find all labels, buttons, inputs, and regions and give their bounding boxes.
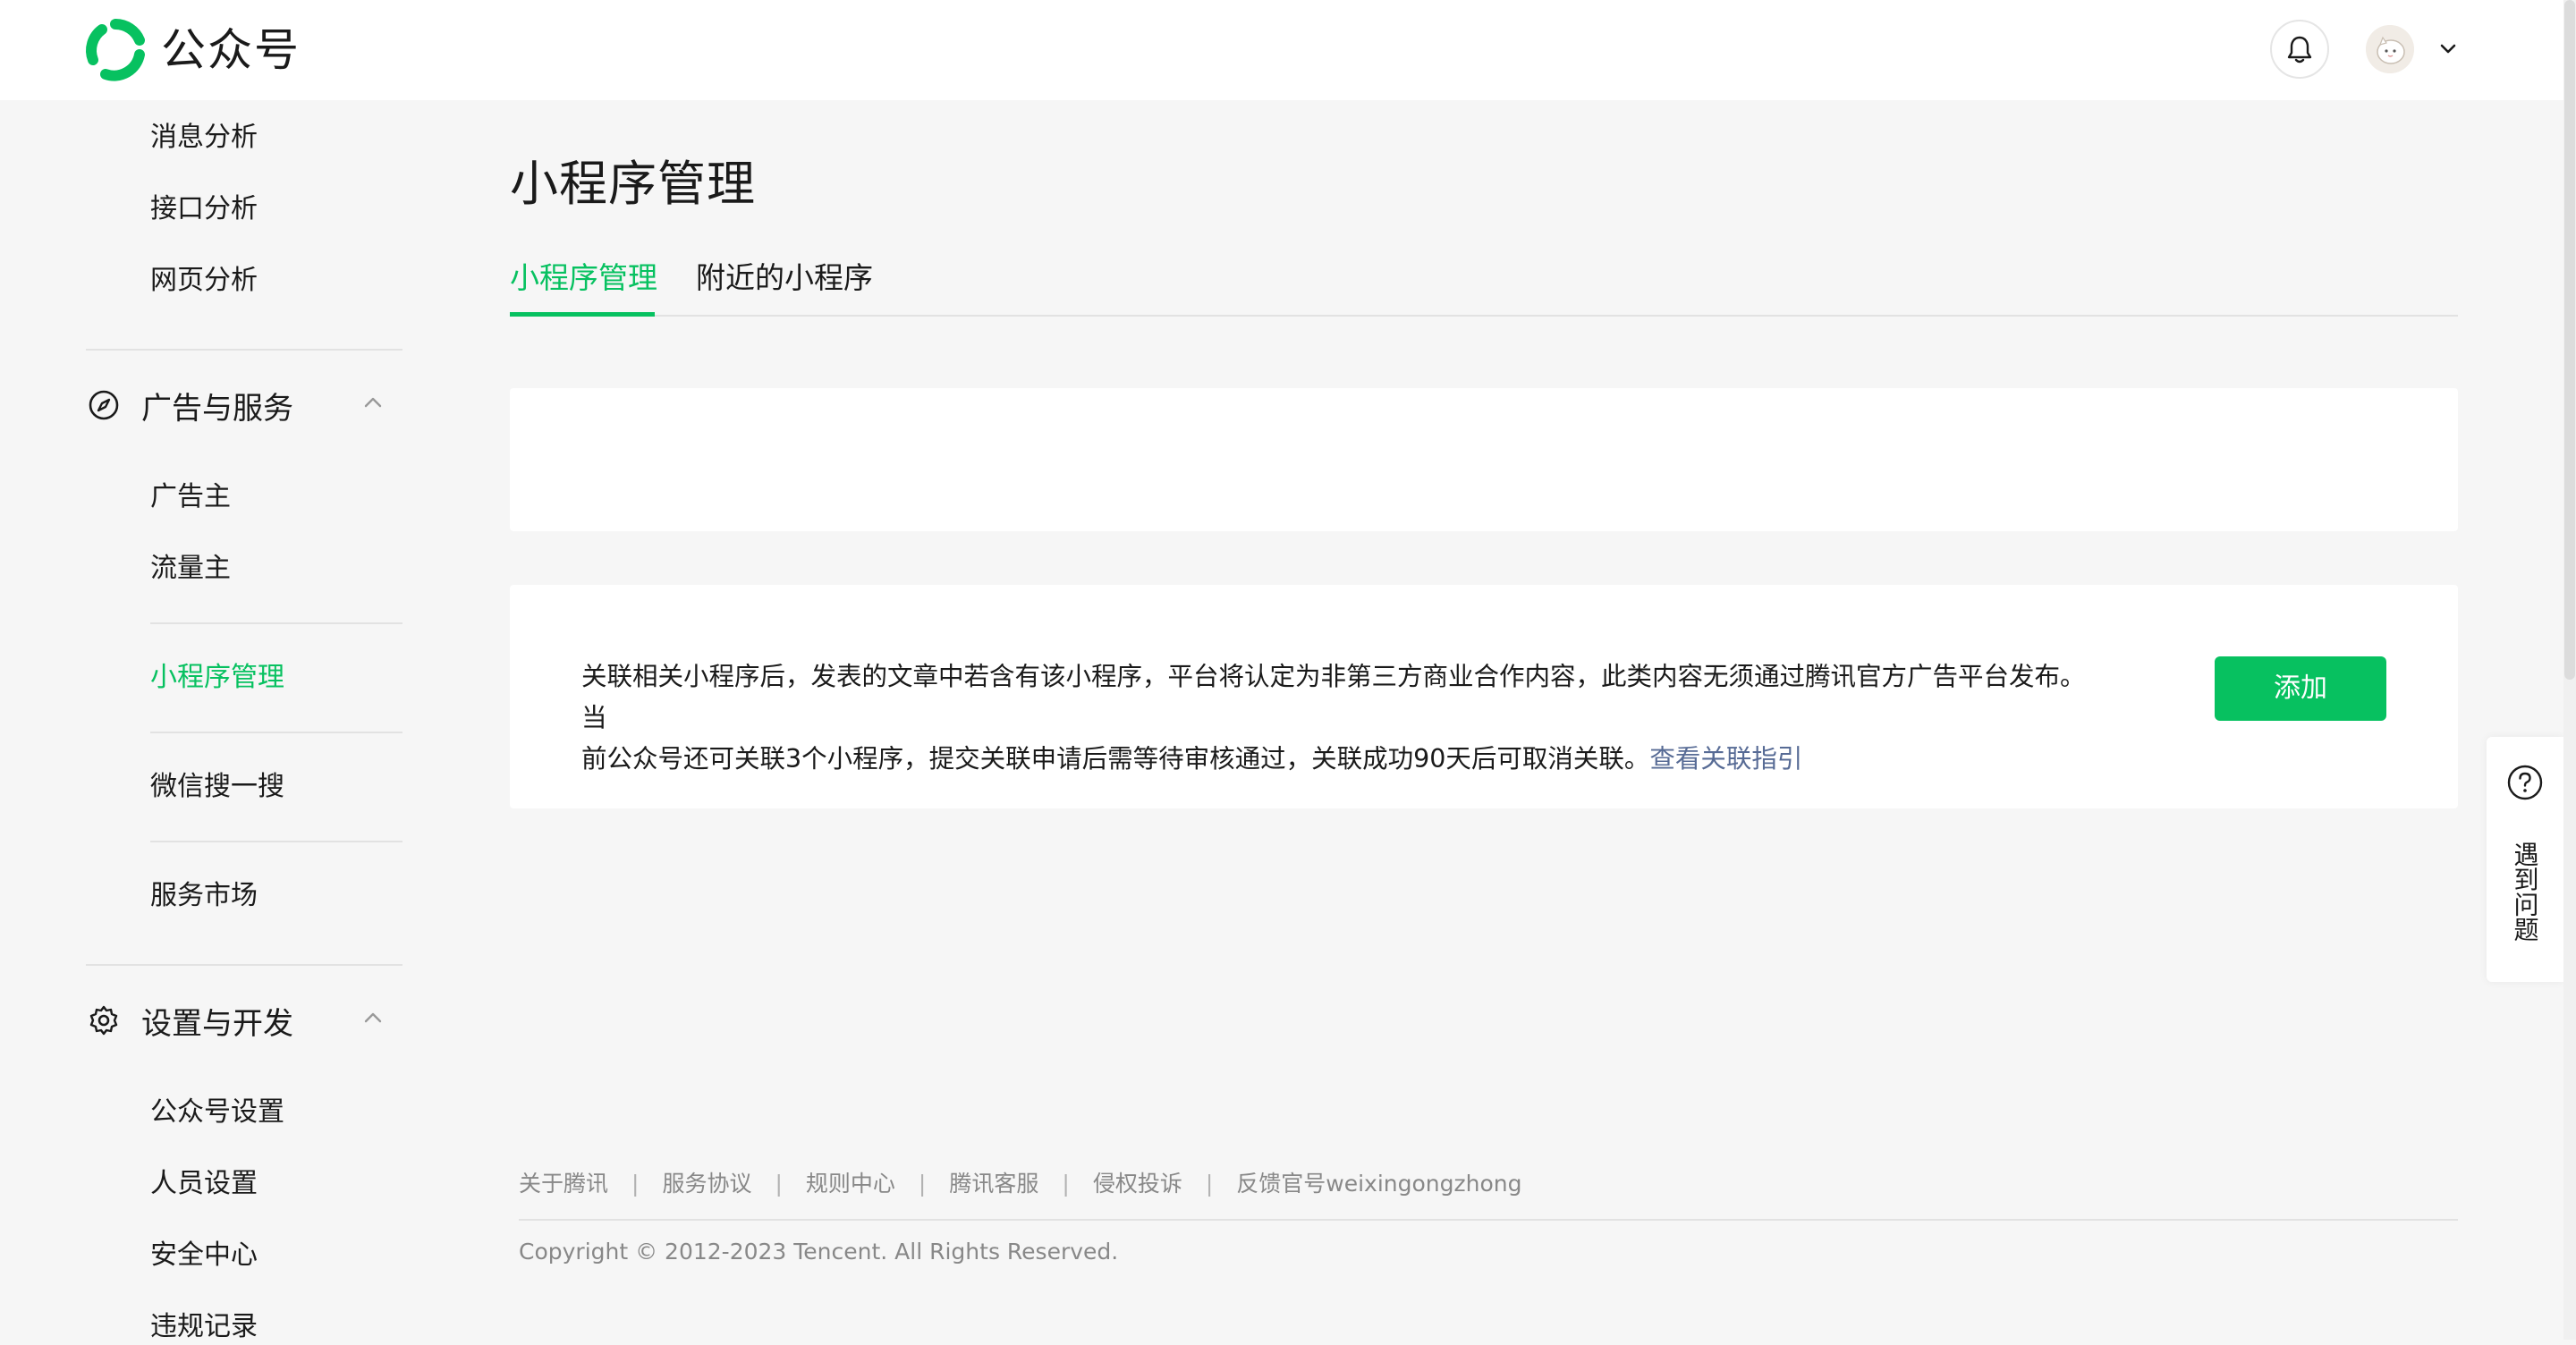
footer-separator: | (1062, 1171, 1070, 1197)
footer-link-about[interactable]: 关于腾讯 (519, 1168, 608, 1200)
help-label-wrap: 遇到问题 (2487, 816, 2563, 968)
top-bar: 公众号 (0, 0, 2576, 100)
footer-link-agreement[interactable]: 服务协议 (662, 1168, 751, 1200)
active-tab-indicator (510, 312, 655, 317)
avatar[interactable] (2366, 25, 2414, 73)
help-float-button[interactable]: 遇到问题 (2487, 737, 2563, 982)
notice-text: 关联相关小程序后，发表的文章中若含有该小程序，平台将认定为非第三方商业合作内容，… (581, 656, 2093, 780)
divider (86, 964, 402, 966)
sidebar-item-service-market[interactable]: 服务市场 (150, 878, 258, 914)
divider (86, 349, 402, 351)
page-title: 小程序管理 (510, 156, 756, 212)
copyright: Copyright © 2012-2023 Tencent. All Right… (519, 1239, 1119, 1265)
sidebar-item-api-analysis[interactable]: 接口分析 (150, 191, 258, 227)
footer-divider (519, 1219, 2458, 1221)
tab-miniprogram-management[interactable]: 小程序管理 (510, 258, 657, 299)
notice-card: 关联相关小程序后，发表的文章中若含有该小程序，平台将认定为非第三方商业合作内容，… (510, 585, 2458, 808)
sidebar-item-security-center[interactable]: 安全中心 (150, 1238, 258, 1273)
divider (150, 732, 402, 733)
gear-icon (89, 1005, 118, 1036)
empty-card (510, 388, 2458, 531)
chevron-up-icon[interactable] (358, 388, 388, 419)
footer-link-feedback[interactable]: 反馈官号weixingongzhong (1236, 1168, 1521, 1200)
bell-icon (2287, 36, 2312, 63)
footer-separator: | (1205, 1171, 1214, 1197)
add-button[interactable]: 添加 (2215, 656, 2386, 721)
sidebar-item-violation-records[interactable]: 违规记录 (150, 1309, 258, 1345)
sidebar-item-traffic-owner[interactable]: 流量主 (150, 551, 231, 587)
brand-name[interactable]: 公众号 (161, 23, 301, 77)
chevron-up-icon[interactable] (358, 1003, 388, 1034)
divider (150, 622, 402, 624)
sidebar: 消息分析 接口分析 网页分析 广告与服务 广告主 流量主 小程序管理 微信搜一搜… (0, 100, 465, 1342)
sidebar-item-webpage-analysis[interactable]: 网页分析 (150, 263, 258, 299)
sidebar-item-member-settings[interactable]: 人员设置 (150, 1166, 258, 1202)
tab-bar-line (510, 315, 2458, 317)
notice-line-1: 关联相关小程序后，发表的文章中若含有该小程序，平台将认定为非第三方商业合作内容，… (581, 662, 2086, 732)
chevron-down-icon[interactable] (2435, 36, 2462, 63)
sidebar-group-title: 设置与开发 (141, 1005, 293, 1042)
sidebar-item-miniprogram-management[interactable]: 小程序管理 (150, 660, 284, 696)
view-guide-link[interactable]: 查看关联指引 (1649, 744, 1802, 774)
question-circle-icon (2507, 765, 2543, 800)
sidebar-group-ads-services[interactable]: 广告与服务 (86, 383, 293, 427)
compass-icon (89, 390, 119, 420)
sidebar-item-wechat-search[interactable]: 微信搜一搜 (150, 769, 284, 805)
tab-bar: 小程序管理 附近的小程序 (510, 252, 2458, 317)
notification-button[interactable] (2270, 20, 2329, 79)
divider (150, 841, 402, 842)
scrollbar-thumb[interactable] (2564, 0, 2575, 680)
footer-links: 关于腾讯 | 服务协议 | 规则中心 | 腾讯客服 | 侵权投诉 | 反馈官号w… (519, 1168, 1521, 1200)
footer-separator: | (631, 1171, 640, 1197)
tab-nearby-miniprograms[interactable]: 附近的小程序 (696, 258, 873, 299)
sidebar-group-settings-dev[interactable]: 设置与开发 (86, 998, 293, 1043)
notice-line-2: 前公众号还可关联3个小程序，提交关联申请后需等待审核通过，关联成功90天后可取消… (581, 744, 1650, 774)
footer-link-infringement[interactable]: 侵权投诉 (1093, 1168, 1182, 1200)
sidebar-item-message-analysis[interactable]: 消息分析 (150, 120, 258, 156)
help-label: 遇到问题 (2510, 842, 2540, 942)
avatar-image-icon (2366, 25, 2414, 73)
footer-separator: | (918, 1171, 927, 1197)
footer-link-rules[interactable]: 规则中心 (806, 1168, 895, 1200)
footer-link-support[interactable]: 腾讯客服 (949, 1168, 1038, 1200)
footer-separator: | (775, 1171, 783, 1197)
wechat-official-accounts-logo[interactable] (84, 19, 147, 81)
sidebar-item-account-settings[interactable]: 公众号设置 (150, 1095, 284, 1130)
sidebar-group-title: 广告与服务 (141, 390, 293, 427)
sidebar-item-advertiser[interactable]: 广告主 (150, 479, 231, 515)
